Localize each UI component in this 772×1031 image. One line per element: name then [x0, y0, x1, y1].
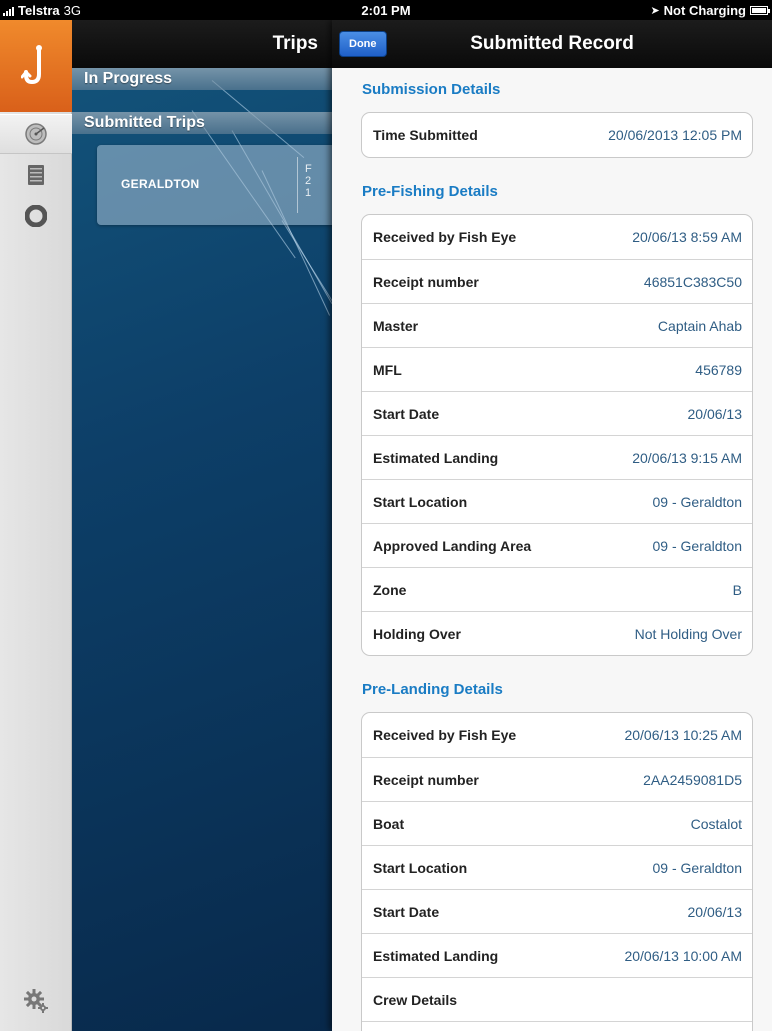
group-title-pre-landing-details: Pre-Landing Details	[362, 681, 503, 698]
table-row: MFL 456789	[362, 347, 752, 391]
rail-settings-button[interactable]	[0, 971, 72, 1031]
row-label: Zone	[373, 581, 407, 598]
table-row: Received by Fish Eye 20/06/13 8:59 AM	[362, 215, 752, 259]
row-label: Receipt number	[373, 771, 479, 788]
row-label: MFL	[373, 361, 402, 378]
detail-title: Submitted Record	[470, 33, 634, 54]
group-title-submission-details: Submission Details	[362, 81, 501, 98]
row-label: Boat	[373, 815, 405, 832]
row-value: 20/06/2013 12:05 PM	[608, 127, 742, 143]
row-value: 20/06/13 8:59 AM	[632, 229, 742, 245]
table-row: Receipt number 46851C383C50	[362, 259, 752, 303]
row-value: 46851C383C50	[643, 273, 742, 290]
trips-panel: Trips In Progress Submitted Trips GERALD…	[72, 20, 332, 1031]
charging-status: Not Charging	[663, 3, 746, 18]
row-value: 20/06/13 10:00 AM	[624, 947, 742, 964]
table-row: Boat Costalot	[362, 801, 752, 845]
row-value: B	[732, 581, 742, 598]
table-row: Start Date 20/06/13	[362, 889, 752, 933]
row-label: Start Location	[373, 493, 468, 510]
section-header-submitted-trips[interactable]: Submitted Trips	[72, 112, 332, 134]
group-submission-details: Time Submitted 20/06/2013 12:05 PM	[361, 112, 753, 158]
row-label: Approved Landing Area	[373, 537, 532, 554]
rail-radar-button[interactable]	[0, 114, 72, 154]
row-value: 2AA2459081D5	[643, 771, 742, 788]
group-title-pre-fishing-details: Pre-Fishing Details	[362, 183, 498, 200]
table-row: Master Captain Ahab	[362, 303, 752, 347]
row-value: 456789	[695, 361, 742, 378]
status-bar: Telstra 3G 2:01 PM ➤ Not Charging	[0, 0, 772, 20]
network-type: 3G	[63, 3, 82, 18]
icon-rail	[0, 20, 72, 1031]
table-row: Crew Details	[362, 977, 752, 1021]
table-row: Received by Fish Eye 20/06/13 10:25 AM	[362, 713, 752, 757]
row-label: Start Date	[373, 903, 440, 920]
status-bar-right: ➤ Not Charging	[650, 3, 770, 18]
row-label: Receipt number	[373, 273, 479, 290]
row-value: 09 - Geraldton	[652, 493, 743, 510]
table-row: Time Submitted 20/06/2013 12:05 PM	[362, 113, 752, 157]
row-value: 09 - Geraldton	[652, 537, 743, 554]
section-header-in-progress[interactable]: In Progress	[72, 68, 332, 90]
trip-card-peek-line: 2	[305, 175, 312, 187]
row-value: 20/06/13 9:15 AM	[632, 449, 742, 466]
table-row	[362, 1021, 752, 1031]
row-value: Captain Ahab	[657, 317, 742, 334]
fish-hook-icon[interactable]	[0, 20, 72, 112]
trip-card-geraldton[interactable]: GERALDTON F 2 1	[97, 145, 332, 225]
trip-card-peek-line: 1	[305, 187, 312, 199]
row-label: Received by Fish Eye	[373, 727, 517, 743]
trip-card-peek: F 2 1	[305, 163, 312, 199]
row-value: 20/06/13	[687, 903, 743, 920]
lifebuoy-icon	[25, 205, 47, 227]
done-button[interactable]: Done	[339, 31, 387, 57]
group-pre-fishing-details: Received by Fish Eye 20/06/13 8:59 AM Rec…	[361, 214, 753, 656]
row-value: 20/06/13	[687, 405, 743, 422]
row-value: 09 - Geraldton	[652, 859, 743, 876]
carrier-name: Telstra	[18, 3, 60, 18]
trip-card-peek-line: F	[305, 163, 312, 175]
trips-title: Trips	[272, 33, 318, 54]
row-value: 20/06/13 10:25 AM	[624, 727, 742, 743]
row-label: Crew Details	[373, 991, 458, 1008]
group-pre-landing-details: Received by Fish Eye 20/06/13 10:25 AM Re…	[361, 712, 753, 1031]
row-label: Time Submitted	[373, 127, 478, 143]
detail-navbar: Done Submitted Record	[332, 20, 772, 68]
table-row: Approved Landing Area 09 - Geraldton	[362, 523, 752, 567]
row-value: Not Holding Over	[634, 625, 742, 642]
trips-navbar: Trips	[72, 20, 332, 68]
table-row: Estimated Landing 20/06/13 10:00 AM	[362, 933, 752, 977]
row-label: Start Location	[373, 859, 468, 876]
table-row: Start Date 20/06/13	[362, 391, 752, 435]
row-label: Master	[373, 317, 419, 334]
water-streak	[281, 220, 332, 340]
status-bar-left: Telstra 3G	[3, 3, 81, 18]
location-arrow-icon: ➤	[650, 5, 660, 17]
signal-strength-icon	[3, 6, 14, 16]
table-row: Start Location 09 - Geraldton	[362, 479, 752, 523]
row-label: Holding Over	[373, 625, 461, 642]
battery-icon	[750, 6, 770, 15]
row-value: Costalot	[690, 815, 742, 832]
rail-list-button[interactable]	[0, 155, 72, 195]
table-row: Holding Over Not Holding Over	[362, 611, 752, 655]
row-label: Start Date	[373, 405, 440, 422]
trip-card-name: GERALDTON	[121, 177, 200, 191]
row-label: Estimated Landing	[373, 449, 499, 466]
row-label: Estimated Landing	[373, 947, 499, 964]
table-row: Estimated Landing 20/06/13 9:15 AM	[362, 435, 752, 479]
settings-gear-icon	[24, 989, 48, 1013]
table-row: Start Location 09 - Geraldton	[362, 845, 752, 889]
list-icon	[28, 165, 44, 185]
trip-card-divider	[297, 157, 298, 213]
row-label: Received by Fish Eye	[373, 229, 517, 245]
detail-scroll[interactable]: Submission Details Time Submitted 20/06/…	[332, 68, 772, 1031]
rail-lifebuoy-button[interactable]	[0, 196, 72, 236]
table-row: Zone B	[362, 567, 752, 611]
submitted-record-panel: Done Submitted Record Submission Details…	[332, 20, 772, 1031]
radar-icon	[25, 123, 47, 145]
table-row: Receipt number 2AA2459081D5	[362, 757, 752, 801]
